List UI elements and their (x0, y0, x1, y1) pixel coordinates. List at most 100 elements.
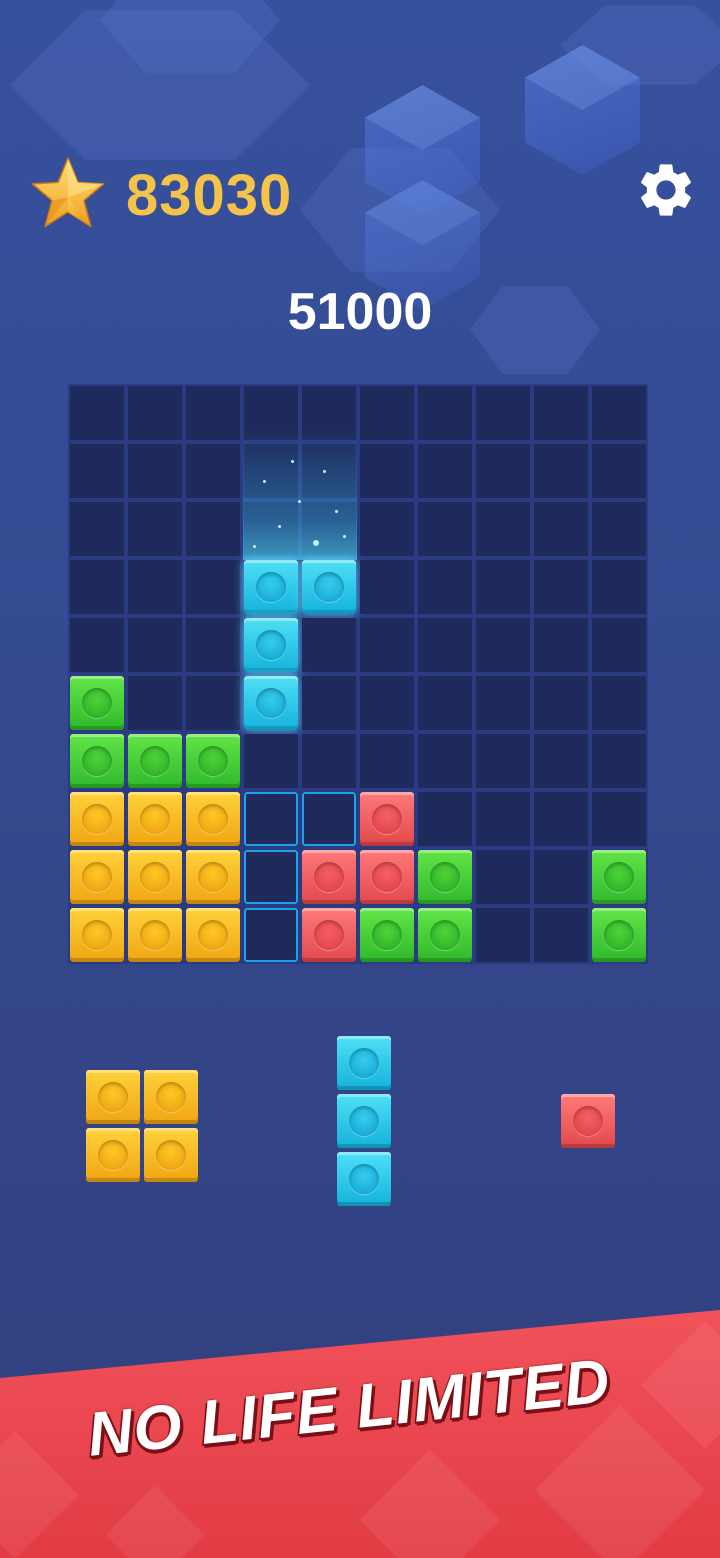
board-cell[interactable] (302, 444, 356, 498)
board-cell[interactable] (70, 618, 124, 672)
yellow-block (186, 850, 240, 904)
yellow-block (144, 1070, 198, 1124)
green-block (70, 676, 124, 730)
board-cell[interactable] (418, 444, 472, 498)
board-cell[interactable] (128, 676, 182, 730)
board-cell[interactable] (360, 734, 414, 788)
board-cell[interactable] (186, 676, 240, 730)
board-cell[interactable] (244, 734, 298, 788)
game-board[interactable] (68, 384, 648, 964)
cyan-block (244, 676, 298, 730)
board-cell[interactable] (592, 386, 646, 440)
yellow-block (128, 850, 182, 904)
board-cell[interactable] (70, 560, 124, 614)
board-cell[interactable] (360, 618, 414, 672)
board-cell[interactable] (592, 734, 646, 788)
board-cell[interactable] (186, 502, 240, 556)
board-cell[interactable] (302, 386, 356, 440)
red-block (302, 908, 356, 962)
board-cell[interactable] (418, 618, 472, 672)
board-cell[interactable] (186, 560, 240, 614)
board-cell[interactable] (302, 676, 356, 730)
board-cell[interactable] (534, 792, 588, 846)
board-cell[interactable] (534, 734, 588, 788)
board-cell[interactable] (592, 792, 646, 846)
board-cell[interactable] (302, 618, 356, 672)
board-cell[interactable] (476, 386, 530, 440)
yellow-block (70, 850, 124, 904)
board-cell[interactable] (476, 502, 530, 556)
cyan-block (302, 560, 356, 614)
board-cell[interactable] (360, 676, 414, 730)
board-cell[interactable] (534, 676, 588, 730)
board-cell[interactable] (128, 386, 182, 440)
board-cell[interactable] (244, 444, 298, 498)
board-cell[interactable] (592, 444, 646, 498)
green-block (592, 850, 646, 904)
board-cell[interactable] (418, 386, 472, 440)
cyan-block (244, 618, 298, 672)
board-cell[interactable] (418, 560, 472, 614)
board-cell[interactable] (534, 618, 588, 672)
board-cell[interactable] (418, 502, 472, 556)
board-cell[interactable] (360, 502, 414, 556)
board-cell[interactable] (302, 734, 356, 788)
board-cell[interactable] (244, 386, 298, 440)
board-cell[interactable] (244, 502, 298, 556)
gear-icon[interactable] (634, 158, 698, 222)
board-cell[interactable] (128, 444, 182, 498)
board-cell[interactable] (476, 792, 530, 846)
board-cell[interactable] (534, 908, 588, 962)
yellow-block (186, 908, 240, 962)
board-cell[interactable] (418, 792, 472, 846)
board-cell[interactable] (592, 676, 646, 730)
green-block (592, 908, 646, 962)
board-cell[interactable] (476, 734, 530, 788)
board-cell[interactable] (534, 850, 588, 904)
cyan-block (244, 560, 298, 614)
board-cell[interactable] (476, 850, 530, 904)
red-block (360, 850, 414, 904)
green-block (186, 734, 240, 788)
board-cell[interactable] (476, 618, 530, 672)
board-cell[interactable] (360, 560, 414, 614)
board-cell[interactable] (128, 560, 182, 614)
yellow-block (186, 792, 240, 846)
board-cell[interactable] (302, 502, 356, 556)
green-block (70, 734, 124, 788)
board-cell[interactable] (70, 444, 124, 498)
yellow-block (128, 908, 182, 962)
board-cell[interactable] (186, 386, 240, 440)
board-cell[interactable] (418, 734, 472, 788)
board-cell[interactable] (70, 386, 124, 440)
board-cell[interactable] (186, 444, 240, 498)
board-cell[interactable] (592, 560, 646, 614)
board-cell[interactable] (592, 618, 646, 672)
cyan-block (337, 1036, 391, 1090)
red-block (561, 1094, 615, 1148)
red-block (360, 792, 414, 846)
green-block (360, 908, 414, 962)
cyan-block (337, 1152, 391, 1206)
red-block (302, 850, 356, 904)
board-cell[interactable] (70, 502, 124, 556)
coin-counter: 83030 (126, 163, 293, 228)
green-block (418, 850, 472, 904)
board-cell[interactable] (128, 618, 182, 672)
board-cell[interactable] (476, 444, 530, 498)
board-cell[interactable] (186, 618, 240, 672)
board-cell[interactable] (360, 444, 414, 498)
board-cell[interactable] (534, 560, 588, 614)
placement-preview-cell (244, 792, 298, 846)
board-cell[interactable] (534, 444, 588, 498)
yellow-block (86, 1070, 140, 1124)
board-cell[interactable] (476, 676, 530, 730)
board-cell[interactable] (476, 908, 530, 962)
board-cell[interactable] (128, 502, 182, 556)
board-cell[interactable] (534, 502, 588, 556)
board-cell[interactable] (534, 386, 588, 440)
board-cell[interactable] (476, 560, 530, 614)
board-cell[interactable] (592, 502, 646, 556)
board-cell[interactable] (418, 676, 472, 730)
board-cell[interactable] (360, 386, 414, 440)
